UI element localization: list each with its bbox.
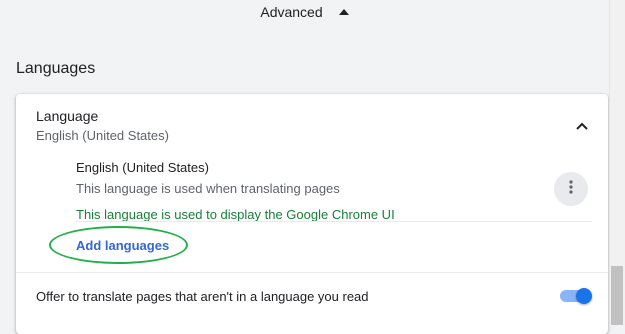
language-header: Language English (United States): [36, 108, 169, 143]
toggle-knob: [576, 288, 592, 304]
scrollbar-thumb[interactable]: [611, 266, 623, 325]
collapse-button[interactable]: [572, 116, 592, 136]
language-item-name: English (United States): [76, 160, 209, 175]
triangle-up-icon: [338, 7, 349, 18]
chevron-up-icon: [576, 117, 588, 135]
offer-translate-label: Offer to translate pages that aren't in …: [36, 289, 369, 304]
add-languages-button[interactable]: Add languages: [76, 238, 169, 253]
language-title: Language: [36, 108, 99, 124]
language-list-item: English (United States) This language is…: [76, 160, 395, 222]
divider: [16, 272, 608, 273]
language-item-ui-note: This language is used to display the Goo…: [76, 207, 395, 222]
advanced-toggle[interactable]: Advanced: [0, 0, 609, 24]
divider: [76, 221, 592, 222]
language-current: English (United States): [36, 128, 169, 143]
languages-card: Language English (United States) English…: [16, 94, 608, 334]
language-item-translate-note: This language is used when translating p…: [76, 181, 340, 196]
section-title: Languages: [16, 60, 96, 77]
more-vertical-icon: [569, 179, 573, 199]
language-more-actions-button[interactable]: [554, 172, 588, 206]
offer-translate-toggle[interactable]: [558, 288, 592, 304]
advanced-label: Advanced: [260, 4, 323, 20]
